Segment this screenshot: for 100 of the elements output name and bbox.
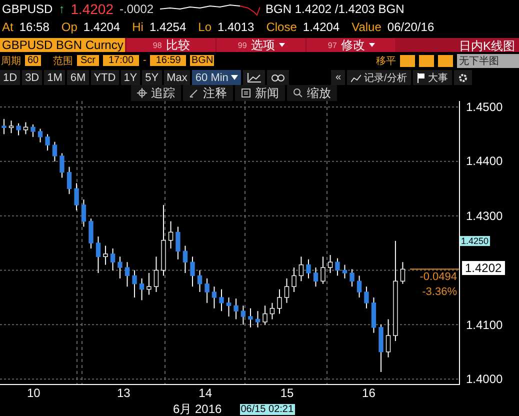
stat-label: Hi [132,20,144,34]
range-mode-field[interactable]: Scr [77,55,99,66]
flag-icon [416,72,425,82]
candlestick [284,278,290,304]
lower-chart-dropdown[interactable]: 无下半图 [457,54,519,68]
period-button[interactable]: Max [164,70,190,85]
end-time-field[interactable]: 16:59 [150,55,186,66]
candlestick [8,120,14,134]
candlestick [176,226,180,260]
candlestick [60,152,64,178]
security-field[interactable]: GBPUSD BGN Curncy [0,38,126,52]
x-axis-label: 15 [280,386,294,400]
period-button[interactable]: 6M [67,70,89,85]
toolbar-button[interactable]: 缩放 [287,85,337,101]
candlestick [356,275,362,298]
analysis-button[interactable]: 记录/分析 [347,70,411,85]
caret-icon [278,43,285,47]
crosshair-icon [137,88,147,98]
candlestick [88,218,94,249]
toolbar-button[interactable]: 新闻 [235,85,285,101]
candlestick [234,298,238,320]
candlestick [81,199,86,228]
candlestick [190,256,195,288]
candlestick [52,141,58,162]
candlestick [154,256,159,293]
start-time-field[interactable]: 17:00 [103,55,139,66]
y-axis-label: 1.4000 [466,372,503,386]
period-button[interactable]: 1M [44,70,66,85]
circles-icon [271,74,286,82]
candlestick [66,166,72,195]
search-icon [293,88,303,98]
candlestick [350,268,354,288]
period-button[interactable]: 3D [22,70,42,85]
chart-icon [351,72,361,82]
x-axis-label: 14 [198,386,212,400]
candlestick [16,122,21,136]
stat-label: At [2,20,14,34]
menu-button[interactable]: 97 修改 [307,38,396,52]
candlestick [320,256,326,284]
chart-type-button[interactable] [243,70,266,85]
period-field[interactable]: 60 [25,55,41,66]
stat-value: 1.4204 [302,20,340,34]
toolbar-button[interactable]: 注释 [183,85,233,101]
candlestick [132,270,137,298]
candlestick [248,308,253,328]
period-button[interactable]: 5Y [142,70,162,85]
candlestick [292,267,296,293]
percent-change-label: -3.36% [422,286,457,298]
x-axis-label: 10 [27,386,40,400]
candlestick [270,302,275,320]
caret-icon [368,43,375,47]
smooth-field[interactable] [419,54,434,66]
settings-icon [458,72,468,82]
stat-label: Lo [198,20,212,34]
month-label: 6月 2016 [173,400,222,416]
period-button[interactable]: 1Y [120,70,140,85]
net-change-label: -0.0494 [420,271,457,284]
candlestick [168,220,174,249]
candlestick [23,122,28,135]
candlestick [255,310,260,328]
candlestick [277,288,282,314]
candlestick [313,267,318,288]
cursor-time-badge: 06/15 02:21 [240,404,295,414]
candlestick [306,258,311,279]
menu-button[interactable]: 99 选项 [217,38,306,52]
smooth-label: 移平 [376,54,396,68]
stat-value: 1.4013 [218,20,254,34]
period-button[interactable]: 60 Min [192,70,242,85]
stat-value: 1.4254 [149,20,186,34]
collapse-button[interactable]: « [331,70,345,85]
stat-value: 06/20/16 [387,20,434,34]
candlestick [328,254,333,274]
candlestick [38,128,43,143]
candlestick [226,296,232,318]
settings-button[interactable] [454,70,472,85]
candlestick [386,318,391,358]
smooth-field[interactable] [438,54,453,66]
candlestick [378,324,384,373]
candlestick [118,256,122,279]
candlestick [139,278,144,301]
candlestick [96,236,101,274]
high-price-badge: 1.4250 [460,236,490,246]
caret-icon [231,75,238,80]
source-field[interactable]: BGN [190,55,214,66]
candlestick [103,245,108,266]
candlestick [30,124,36,138]
menu-button[interactable]: 98 比较 [127,38,216,52]
ticker-symbol: GBPUSD [2,2,53,16]
y-axis-label: 1.4100 [466,318,503,332]
candlestick [298,256,304,282]
direction-arrow: ↑ [58,2,65,16]
stat-value: 16:58 [19,20,50,34]
smooth-field[interactable] [400,54,415,66]
toolbar-button[interactable]: 追踪 [131,85,181,101]
events-button[interactable]: 大事 [412,70,452,85]
stat-label: Op [61,20,78,34]
candlestick [219,288,224,312]
indicator-button[interactable] [267,70,290,85]
period-button[interactable]: YTD [90,70,119,85]
period-button[interactable]: 1D [0,70,20,85]
